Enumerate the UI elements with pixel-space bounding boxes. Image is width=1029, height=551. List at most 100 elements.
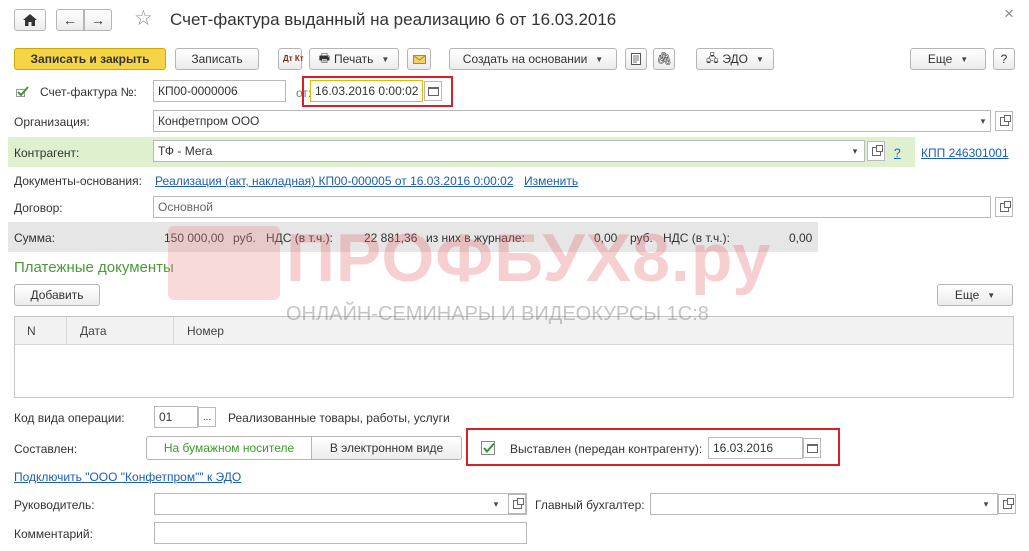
counterparty-open-button[interactable] bbox=[867, 141, 885, 161]
chevron-down-icon: ▼ bbox=[987, 290, 996, 300]
counterparty-dropdown-button[interactable]: ▾ bbox=[846, 141, 864, 161]
journal-amount: 0,00 bbox=[594, 231, 618, 245]
chief-accountant-dropdown-button[interactable]: ▾ bbox=[977, 494, 995, 514]
composed-label: Составлен: bbox=[14, 442, 78, 456]
invoice-date-highlight bbox=[302, 76, 453, 107]
payments-table[interactable]: N Дата Номер bbox=[14, 316, 1014, 398]
chief-accountant-open-button[interactable] bbox=[998, 494, 1016, 514]
open-icon bbox=[1002, 497, 1014, 509]
print-button[interactable]: 🖶 Печать ▼ bbox=[309, 48, 399, 70]
composed-electronic-label: В электронном виде bbox=[329, 441, 444, 455]
column-header-number[interactable]: Номер bbox=[175, 317, 475, 345]
organization-label: Организация: bbox=[14, 115, 90, 129]
open-icon bbox=[999, 114, 1011, 126]
close-icon[interactable]: × bbox=[1004, 4, 1014, 24]
contract-field[interactable]: Основной bbox=[153, 196, 991, 218]
chief-accountant-label: Главный бухгалтер: bbox=[535, 498, 645, 512]
chevron-down-icon: ▼ bbox=[595, 54, 604, 64]
counterparty-help-link[interactable]: ? bbox=[894, 146, 901, 160]
journal-currency: руб. bbox=[630, 231, 653, 245]
chevron-down-icon: ▼ bbox=[381, 54, 390, 64]
payments-more-button[interactable]: Еще ▼ bbox=[937, 284, 1013, 306]
vat-amount: 22 881,36 bbox=[364, 231, 418, 245]
sum-label: Сумма: bbox=[14, 231, 56, 245]
create-on-basis-label: Создать на основании bbox=[462, 52, 588, 66]
connect-edo-link[interactable]: Подключить "ООО "Конфетпром"" к ЭДО bbox=[14, 470, 241, 484]
document-icon bbox=[631, 53, 641, 65]
email-button[interactable] bbox=[407, 48, 431, 70]
vat-label: НДС (в т.ч.): bbox=[266, 231, 333, 245]
open-icon bbox=[999, 200, 1011, 212]
back-button[interactable]: ← bbox=[56, 9, 84, 31]
print-label: Печать bbox=[334, 52, 374, 66]
operation-code-label: Код вида операции: bbox=[14, 411, 125, 425]
head-dropdown-button[interactable]: ▾ bbox=[487, 494, 505, 514]
save-label: Записать bbox=[191, 52, 243, 66]
payments-more-label: Еще bbox=[954, 288, 980, 302]
organization-field[interactable]: Конфетпром ООО bbox=[153, 110, 991, 132]
edo-label: ЭДО bbox=[722, 52, 749, 66]
dtkt-icon: Дт Кт bbox=[283, 54, 304, 63]
journal-vat-label: НДС (в т.ч.): bbox=[663, 231, 730, 245]
attach-button[interactable]: 🖇 bbox=[653, 48, 675, 70]
counterparty-field[interactable]: ТФ - Мега bbox=[153, 140, 865, 162]
help-label: ? bbox=[1000, 52, 1008, 66]
more-label: Еще bbox=[927, 52, 953, 66]
open-icon bbox=[871, 144, 883, 156]
composed-electronic-button[interactable]: В электронном виде bbox=[311, 436, 462, 460]
head-field[interactable] bbox=[154, 493, 527, 515]
help-button[interactable]: ? bbox=[993, 48, 1015, 70]
favorite-star-icon[interactable]: ☆ bbox=[134, 7, 153, 31]
create-on-basis-button[interactable]: Создать на основании ▼ bbox=[449, 48, 617, 70]
payments-title: Платежные документы bbox=[14, 259, 174, 276]
organization-dropdown-button[interactable]: ▾ bbox=[974, 111, 992, 131]
save-button[interactable]: Записать bbox=[175, 48, 259, 70]
head-open-button[interactable] bbox=[508, 494, 526, 514]
edo-button[interactable]: 🖧 ЭДО ▼ bbox=[696, 48, 774, 70]
sum-currency: руб. bbox=[233, 231, 256, 245]
edo-icon: 🖧 bbox=[706, 52, 719, 65]
printer-icon: 🖶 bbox=[318, 50, 331, 65]
comment-field[interactable] bbox=[154, 522, 527, 544]
chief-accountant-field[interactable] bbox=[650, 493, 998, 515]
kpp-link[interactable]: КПП 246301001 bbox=[921, 146, 1009, 160]
head-label: Руководитель: bbox=[14, 498, 95, 512]
invoice-number-field[interactable]: КП00-0000006 bbox=[153, 80, 286, 102]
contract-open-button[interactable] bbox=[995, 197, 1013, 217]
documents-basis-link[interactable]: Реализация (акт, накладная) КП00-000005 … bbox=[155, 174, 514, 188]
arrow-left-icon: ← bbox=[63, 12, 77, 28]
report-button[interactable] bbox=[625, 48, 647, 70]
save-and-close-button[interactable]: Записать и закрыть bbox=[14, 48, 166, 70]
checkmark-icon bbox=[16, 86, 29, 97]
chevron-down-icon: ▾ bbox=[980, 115, 986, 126]
column-header-n[interactable]: N bbox=[15, 317, 67, 345]
add-payment-button[interactable]: Добавить bbox=[14, 284, 100, 306]
chevron-down-icon: ▼ bbox=[756, 54, 764, 64]
home-button[interactable] bbox=[14, 9, 46, 31]
page-title: Счет-фактура выданный на реализацию 6 от… bbox=[170, 10, 617, 29]
operation-code-field[interactable]: 01 bbox=[154, 406, 198, 428]
operation-code-select-button[interactable]: ... bbox=[198, 407, 216, 427]
save-and-close-label: Записать и закрыть bbox=[30, 52, 150, 66]
dtkt-button[interactable]: Дт Кт bbox=[278, 48, 304, 70]
ellipsis-icon: ... bbox=[202, 411, 212, 423]
home-icon bbox=[23, 14, 37, 26]
organization-open-button[interactable] bbox=[995, 111, 1013, 131]
chevron-down-icon: ▼ bbox=[960, 54, 969, 64]
operation-description: Реализованные товары, работы, услуги bbox=[228, 411, 450, 425]
composed-paper-button[interactable]: На бумажном носителе bbox=[146, 436, 312, 460]
column-header-date[interactable]: Дата bbox=[68, 317, 174, 345]
arrow-right-icon: → bbox=[91, 12, 105, 28]
composed-paper-label: На бумажном носителе bbox=[163, 441, 295, 455]
chevron-down-icon: ▾ bbox=[852, 145, 858, 156]
forward-button[interactable]: → bbox=[84, 9, 112, 31]
open-icon bbox=[512, 497, 524, 509]
journal-label: из них в журнале: bbox=[426, 231, 525, 245]
chevron-down-icon: ▾ bbox=[983, 498, 989, 509]
more-button[interactable]: Еще ▼ bbox=[910, 48, 986, 70]
sum-amount: 150 000,00 bbox=[164, 231, 225, 245]
paperclip-icon: 🖇 bbox=[655, 51, 673, 66]
issued-highlight bbox=[466, 428, 840, 466]
change-documents-link[interactable]: Изменить bbox=[524, 174, 578, 188]
documents-basis-label: Документы-основания: bbox=[14, 174, 142, 188]
